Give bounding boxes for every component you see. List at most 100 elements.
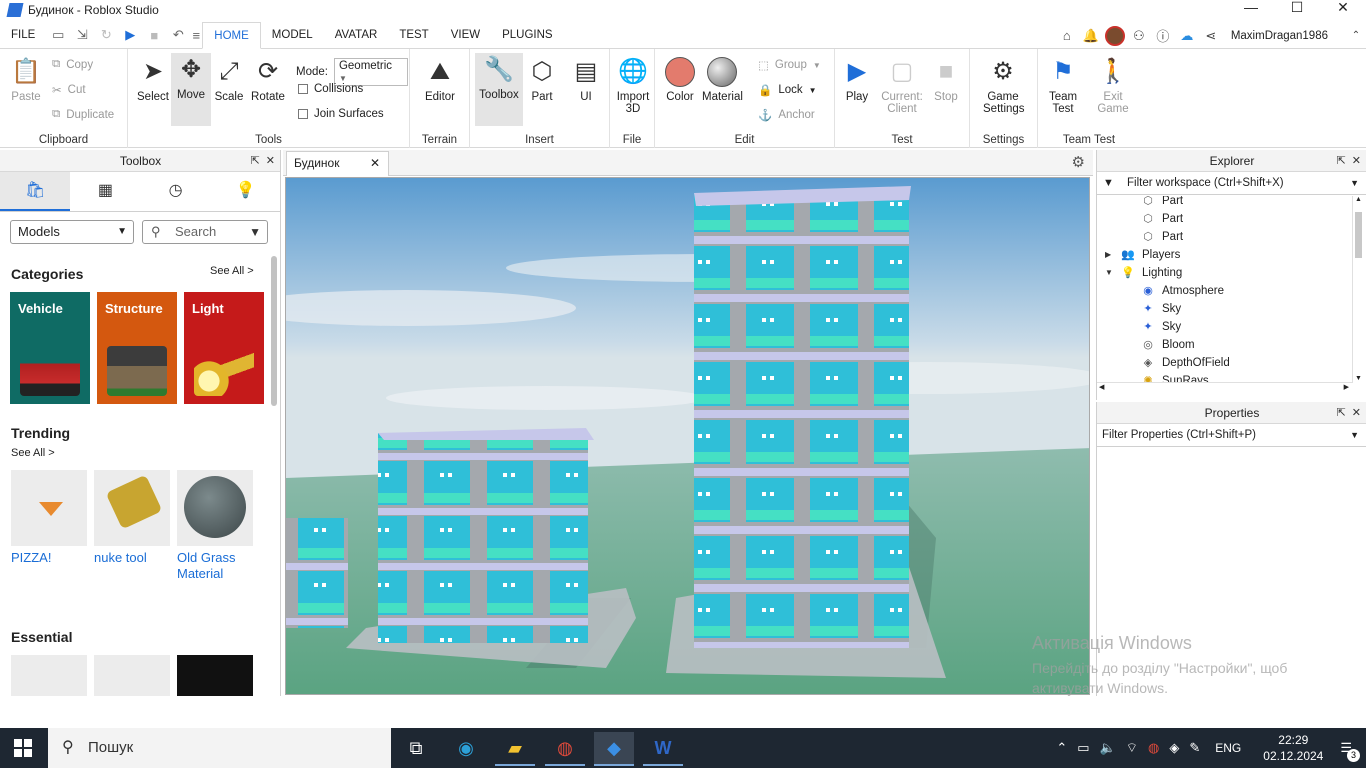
scroll-down-icon[interactable]: ▼ bbox=[1353, 375, 1364, 382]
pen-icon[interactable]: ✎ bbox=[1189, 740, 1200, 756]
tab-plugins[interactable]: PLUGINS bbox=[491, 22, 564, 49]
minimize-button[interactable]: — bbox=[1228, 0, 1274, 16]
ui-button[interactable]: ▤ UI bbox=[566, 55, 606, 103]
chrome-tray-icon[interactable]: ◍ bbox=[1148, 740, 1159, 756]
stop-button[interactable]: ■ Stop bbox=[926, 55, 966, 103]
category-light[interactable]: Light bbox=[184, 292, 264, 404]
tree-item-sky[interactable]: ✦ Sky bbox=[1097, 300, 1353, 318]
part-button[interactable]: ⬡ Part bbox=[522, 55, 562, 103]
current-client-button[interactable]: ▢ Current: Client bbox=[879, 55, 925, 115]
tree-item-part[interactable]: ⬡ Part bbox=[1097, 228, 1353, 246]
collapse-ribbon-icon[interactable]: ⌂ bbox=[1057, 28, 1077, 43]
file-menu[interactable]: FILE bbox=[0, 22, 46, 49]
essential-item[interactable] bbox=[11, 655, 87, 696]
new-file-icon[interactable]: ▭ bbox=[46, 27, 70, 43]
join-surfaces-checkbox[interactable] bbox=[298, 109, 308, 119]
cloud-icon[interactable]: ☁ bbox=[1177, 28, 1197, 44]
word-app[interactable]: W bbox=[643, 732, 683, 766]
explorer-vertical-scrollbar[interactable]: ▲ ▼ bbox=[1352, 196, 1364, 382]
avatar[interactable] bbox=[1104, 25, 1125, 46]
share-icon[interactable]: ⋖ bbox=[1201, 28, 1221, 44]
duplicate-button[interactable]: ⧉ Duplicate bbox=[52, 108, 114, 121]
scroll-left-icon[interactable]: ◀ bbox=[1099, 383, 1104, 391]
tree-item-depthoffield[interactable]: ◈ DepthOfField bbox=[1097, 354, 1353, 372]
scale-button[interactable]: ⤢ Scale bbox=[209, 55, 249, 103]
show-hidden-icons-chevron-icon[interactable]: ⌃ bbox=[1056, 740, 1067, 756]
tree-item-sunrays[interactable]: ✺ SunRays bbox=[1097, 372, 1353, 382]
viewport-settings-gear-icon[interactable]: ⚙ bbox=[1072, 153, 1085, 171]
paste-button[interactable]: 📋 Paste bbox=[6, 55, 46, 103]
material-button[interactable]: Material bbox=[702, 55, 743, 103]
tab-view[interactable]: VIEW bbox=[440, 22, 491, 49]
tab-model[interactable]: MODEL bbox=[261, 22, 324, 49]
scroll-up-icon[interactable]: ▲ bbox=[1353, 196, 1364, 203]
volume-icon[interactable]: 🔈 bbox=[1100, 740, 1116, 756]
tab-test[interactable]: TEST bbox=[388, 22, 439, 49]
import-3d-button[interactable]: 🌐 Import 3D bbox=[613, 55, 653, 115]
tree-item-atmosphere[interactable]: ◉ Atmosphere bbox=[1097, 282, 1353, 300]
network-icon[interactable]: ⌔ bbox=[1126, 740, 1138, 756]
expand-ribbon-icon[interactable]: ⌃ bbox=[1346, 30, 1366, 41]
trending-item-old-grass-material[interactable]: Old Grass Material bbox=[177, 470, 253, 582]
lock-button[interactable]: 🔒 Lock ▼ bbox=[758, 83, 817, 97]
maximize-button[interactable]: ☐ bbox=[1274, 0, 1320, 16]
terrain-editor-button[interactable]: ⛰ Editor bbox=[420, 55, 460, 103]
filter-icon[interactable]: ▼ bbox=[249, 221, 261, 243]
explorer-filter-input[interactable]: ▼ Filter workspace (Ctrl+Shift+X) ▼ bbox=[1097, 173, 1366, 195]
notifications-icon[interactable]: ☰ 3 bbox=[1340, 740, 1360, 762]
notifications-bell-icon[interactable]: 🔔 bbox=[1081, 28, 1101, 44]
copy-button[interactable]: ⧉ Copy bbox=[52, 58, 93, 71]
tab-inventory[interactable]: ▦ bbox=[70, 172, 140, 211]
join-surfaces-toggle[interactable]: Join Surfaces bbox=[298, 108, 384, 120]
undock-icon[interactable]: ⇱ bbox=[250, 155, 259, 167]
tree-item-lighting[interactable]: ▼ 💡 Lighting bbox=[1097, 264, 1353, 282]
taskbar-search-input[interactable]: ⚲ Пошук bbox=[48, 728, 391, 768]
undock-icon[interactable]: ⇱ bbox=[1336, 407, 1345, 419]
properties-filter-input[interactable]: Filter Properties (Ctrl+Shift+P) ▼ bbox=[1097, 425, 1366, 447]
chrome-app[interactable]: ◍ bbox=[545, 732, 585, 766]
task-view-button[interactable]: ⧉ bbox=[396, 732, 436, 766]
close-panel-icon[interactable]: ✕ bbox=[266, 155, 275, 167]
collisions-checkbox[interactable] bbox=[298, 84, 308, 94]
categories-see-all-link[interactable]: See All > bbox=[210, 265, 254, 277]
scroll-right-icon[interactable]: ▶ bbox=[1344, 383, 1349, 391]
play-button[interactable]: ▶ Play bbox=[837, 55, 877, 103]
username[interactable]: MaximDragan1986 bbox=[1231, 30, 1328, 42]
tree-item-bloom[interactable]: ◎ Bloom bbox=[1097, 336, 1353, 354]
collisions-toggle[interactable]: Collisions bbox=[298, 83, 363, 95]
close-tab-icon[interactable]: ✕ bbox=[370, 152, 380, 175]
edge-app[interactable]: ◉ bbox=[446, 732, 486, 766]
toolbox-search-input[interactable]: ⚲ Search ▼ bbox=[142, 220, 268, 244]
add-user-icon[interactable]: ⚇ bbox=[1129, 28, 1149, 44]
clock[interactable]: 22:29 02.12.2024 bbox=[1263, 732, 1323, 764]
battery-icon[interactable]: ▭ bbox=[1077, 740, 1089, 756]
game-settings-button[interactable]: ⚙ Game Settings bbox=[983, 55, 1025, 115]
toolbox-button[interactable]: 🔧 Toolbox bbox=[475, 53, 523, 126]
tree-item-sky[interactable]: ✦ Sky bbox=[1097, 318, 1353, 336]
tab-home[interactable]: HOME bbox=[202, 21, 261, 49]
explorer-horizontal-scrollbar[interactable]: ◀ ▶ bbox=[1097, 382, 1353, 396]
expand-arrow-icon[interactable]: ▶ bbox=[1105, 246, 1115, 264]
close-window-button[interactable]: ✕ bbox=[1320, 0, 1366, 16]
roblox-tray-icon[interactable]: ◈ bbox=[1169, 740, 1179, 756]
anchor-button[interactable]: ⚓ Anchor bbox=[758, 108, 815, 122]
tab-recent[interactable]: ◷ bbox=[141, 172, 211, 211]
trending-see-all-link[interactable]: See All > bbox=[11, 447, 55, 459]
category-vehicle[interactable]: Vehicle bbox=[10, 292, 90, 404]
roblox-studio-app[interactable]: ◆ bbox=[594, 732, 634, 766]
color-button[interactable]: Color bbox=[660, 55, 700, 103]
undo-icon[interactable]: ↶ bbox=[166, 27, 190, 43]
team-test-button[interactable]: ⚑ Team Test bbox=[1043, 55, 1083, 115]
asset-type-dropdown[interactable]: Models ▼ bbox=[10, 220, 134, 244]
publish-icon[interactable]: ⇲ bbox=[70, 27, 94, 43]
select-button[interactable]: ➤ Select bbox=[133, 55, 173, 103]
category-structure[interactable]: Structure bbox=[97, 292, 177, 404]
play-quick-icon[interactable]: ▶ bbox=[118, 27, 142, 43]
language-indicator[interactable]: ENG bbox=[1215, 741, 1241, 755]
move-button[interactable]: ✥ Move bbox=[171, 53, 211, 126]
trending-item-pizza[interactable]: PIZZA! bbox=[11, 470, 87, 566]
help-icon[interactable]: ⓘ bbox=[1153, 26, 1173, 45]
stop-quick-icon[interactable]: ■ bbox=[142, 28, 166, 43]
rotate-button[interactable]: ⟳ Rotate bbox=[248, 55, 288, 103]
file-explorer-app[interactable]: ▰ bbox=[495, 732, 535, 766]
